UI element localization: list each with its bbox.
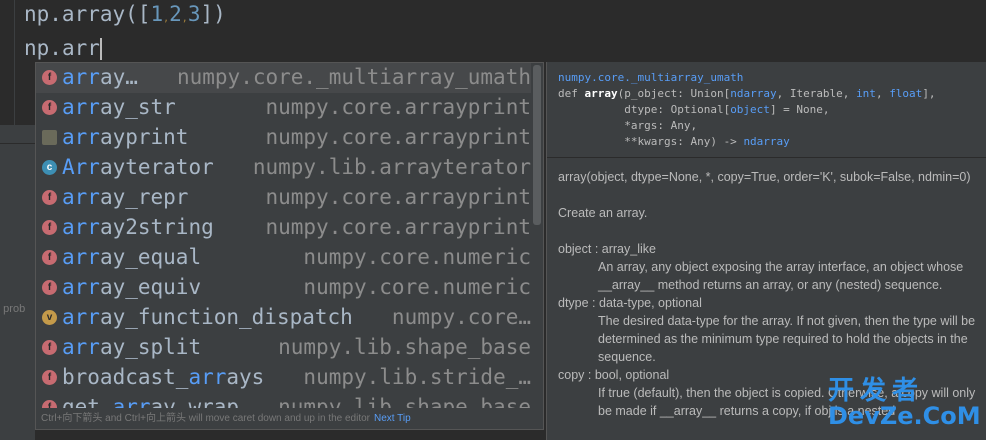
problems-label[interactable]: 7 prob [0,303,25,315]
function-icon: f [42,70,57,85]
doc-description: Create an array. [558,206,648,220]
completion-item-name: array_split [62,335,202,359]
completion-item[interactable]: f array_equiv numpy.core.numeric [36,273,531,303]
completion-item-location: numpy.core.numeric [303,245,531,269]
match-highlight: arr [62,245,100,269]
watermark-en: DevZe.CoM [828,402,981,430]
completion-item[interactable]: f array_str numpy.core.arrayprint [36,93,531,123]
code-line-2[interactable]: np.arr [24,36,102,60]
function-icon: f [42,100,57,115]
completion-item-location: numpy.core… [391,305,531,329]
tool-window-strip: 7 prob [0,125,35,440]
class-icon: c [42,160,57,175]
match-highlight: arr [188,365,227,389]
code-text: ]) [200,2,226,26]
typed-text: arr [61,36,100,60]
completion-item-location: numpy.core._multiarray_umath [176,65,531,89]
completion-popup[interactable]: f array… numpy.core._multiarray_umath f arra… [35,62,544,430]
doc-summary: array(object, dtype=None, *, copy=True, … [558,170,971,184]
type-link[interactable]: int [856,87,876,100]
completion-item[interactable]: f array_repr numpy.core.arrayprint [36,183,531,213]
match-highlight: arr [62,125,100,149]
completion-item-name: array_repr [62,185,189,209]
gutter-divider [14,0,15,125]
match-highlight: arr [62,275,100,299]
completion-item-location: numpy.lib.stride_… [303,365,531,389]
signature-text: **kwargs: Any) -> [558,135,744,148]
function-icon: f [42,220,57,235]
match-highlight: arr [62,95,100,119]
completion-item-name: array_str [62,95,176,119]
completion-item-location: numpy.core.arrayprint [265,125,531,149]
signature-text: , [875,87,890,100]
param-desc: The desired data-type for the array. If … [598,314,976,364]
param-name: dtype : data-type, optional [558,296,702,310]
match-highlight: arr [62,185,100,209]
match-highlight: arr [62,65,100,89]
completion-item-location: numpy.lib.arrayterator [252,155,531,179]
number-literal: 2 [169,2,182,26]
completion-item-name: array_function_dispatch [62,305,353,329]
param-desc: An array, any object exposing the array … [598,260,964,292]
signature-text: ] = None, [769,103,830,116]
code-text: np. [24,36,62,60]
function-icon: f [42,280,57,295]
text-caret [99,38,102,60]
completion-item[interactable]: v array_function_dispatch numpy.core… [36,303,531,333]
completion-scrollbar[interactable] [533,65,541,225]
function-icon: f [42,340,57,355]
completion-item-name: array… [62,65,138,89]
completion-item[interactable]: f array_split numpy.lib.shape_base [36,333,531,363]
variable-icon: v [42,310,57,325]
completion-item-name: array_equiv [62,275,202,299]
function-icon: f [42,190,57,205]
match-highlight: arr [62,335,100,359]
signature-block: numpy.core._multiarray_umath def array(p… [547,62,986,158]
code-text: np.array([ [24,2,151,26]
completion-item[interactable]: f array_equal numpy.core.numeric [36,243,531,273]
param-name: object : array_like [558,242,656,256]
match-highlight: arr [62,305,100,329]
def-keyword: def [558,87,585,100]
completion-item-name: arrayprint [62,125,189,149]
function-name: array [584,87,618,100]
signature-text: (p_object: Union[ [617,87,731,100]
signature-text: *args: Any, [558,119,698,132]
completion-item[interactable]: f broadcast_arrays numpy.lib.stride_… [36,363,531,393]
completion-item-name: broadcast_arrays [62,365,265,389]
function-icon: f [42,370,57,385]
number-literal: 3 [187,2,201,26]
module-icon [42,130,57,145]
strip-divider [0,143,35,144]
completion-tip-footer: Ctrl+向下箭头 and Ctrl+向上箭头 will move caret … [36,408,543,429]
match-highlight: arr [62,215,100,239]
completion-item[interactable]: arrayprint numpy.core.arrayprint [36,123,531,153]
next-tip-link[interactable]: Next Tip [374,413,411,424]
completion-item[interactable]: f array2string numpy.core.arrayprint [36,213,531,243]
completion-item-location: numpy.core.arrayprint [265,185,531,209]
completion-item-name: array_equal [62,245,202,269]
completion-item-location: numpy.core.arrayprint [265,95,531,119]
site-watermark: 开发者 DevZe.CoM [828,370,981,436]
function-icon: f [42,250,57,265]
signature-text: dtype: Optional[ [558,103,731,116]
completion-item-name: Arrayterator [62,155,214,179]
type-link[interactable]: ndarray [743,135,789,148]
module-name[interactable]: numpy.core._multiarray_umath [558,71,743,84]
tip-text: Ctrl+向下箭头 and Ctrl+向上箭头 will move caret … [41,413,371,424]
type-link[interactable]: float [889,87,922,100]
signature-text: , Iterable, [776,87,857,100]
match-highlight: Arr [62,155,100,179]
completion-item-name: array2string [62,215,214,239]
completion-item-location: numpy.core.numeric [303,275,531,299]
signature-text: ], [922,87,936,100]
code-line-1[interactable]: np.array([1,2,3]) [24,2,226,26]
type-link[interactable]: object [730,103,770,116]
completion-item-location: numpy.core.arrayprint [265,215,531,239]
completion-item[interactable]: f array… numpy.core._multiarray_umath [36,63,531,93]
type-link[interactable]: ndarray [730,87,776,100]
completion-item[interactable]: c Arrayterator numpy.lib.arrayterator [36,153,531,183]
completion-item-location: numpy.lib.shape_base [278,335,531,359]
number-literal: 1 [150,2,164,26]
